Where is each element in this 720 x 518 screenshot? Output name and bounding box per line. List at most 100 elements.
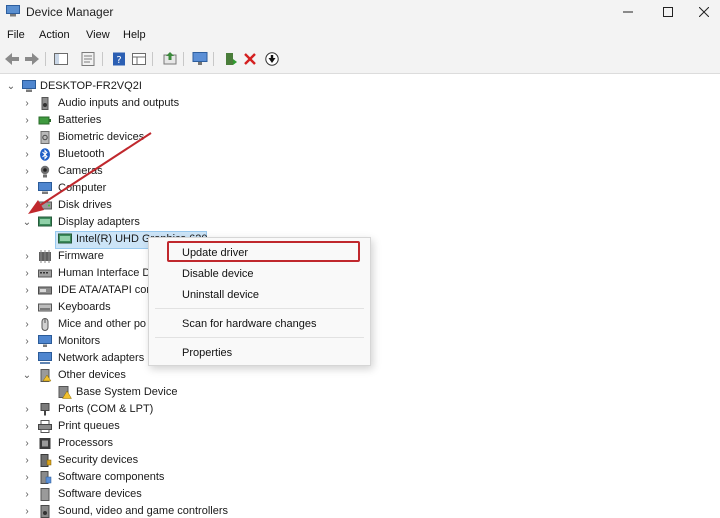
expand-chevron-icon[interactable]: › xyxy=(22,353,32,364)
menu-item-uninstall-device[interactable]: Uninstall device xyxy=(182,289,259,301)
uninstall-icon xyxy=(244,53,256,65)
expand-chevron-icon[interactable]: › xyxy=(22,115,32,126)
scan-hardware-button[interactable] xyxy=(192,51,208,67)
expand-chevron-icon[interactable]: › xyxy=(22,200,32,211)
expand-chevron-icon[interactable]: › xyxy=(22,455,32,466)
menu-item-scan-hardware[interactable]: Scan for hardware changes xyxy=(182,318,317,330)
expand-chevron-icon[interactable]: › xyxy=(22,421,32,432)
software-component-icon xyxy=(40,471,52,484)
tree-item-label[interactable]: Cameras xyxy=(58,165,103,177)
disk-drive-icon xyxy=(38,201,52,210)
forward-button[interactable] xyxy=(24,51,40,67)
minimize-icon xyxy=(623,11,633,13)
tree-root-label[interactable]: DESKTOP-FR2VQ2I xyxy=(40,80,142,92)
expand-chevron-icon[interactable]: › xyxy=(22,149,32,160)
expand-chevron-icon[interactable]: › xyxy=(22,251,32,262)
expand-chevron-icon[interactable]: › xyxy=(22,319,32,330)
collapse-chevron-icon[interactable]: ⌄ xyxy=(6,81,16,92)
device-manager-app-icon xyxy=(6,5,20,17)
computer-icon xyxy=(38,182,52,194)
expand-chevron-icon[interactable]: › xyxy=(22,132,32,143)
network-adapter-icon xyxy=(38,352,52,364)
expand-chevron-icon[interactable]: › xyxy=(22,404,32,415)
title-bar: Device Manager xyxy=(0,0,720,24)
computer-root-icon xyxy=(22,80,36,92)
help-button[interactable]: ? xyxy=(111,51,127,67)
view-resources-icon xyxy=(132,53,146,65)
expand-chevron-icon[interactable]: › xyxy=(22,472,32,483)
expand-chevron-icon[interactable]: › xyxy=(22,302,32,313)
tree-item-label[interactable]: Human Interface D xyxy=(58,267,150,279)
minimize-button[interactable] xyxy=(610,2,646,22)
bluetooth-icon xyxy=(40,148,50,161)
tree-item-label[interactable]: Ports (COM & LPT) xyxy=(58,403,153,415)
uninstall-device-button[interactable] xyxy=(242,51,258,67)
expand-chevron-icon[interactable]: › xyxy=(22,438,32,449)
toolbar: ? xyxy=(0,46,720,74)
tree-item-label[interactable]: Monitors xyxy=(58,335,100,347)
help-icon: ? xyxy=(113,52,125,66)
menu-file[interactable]: File xyxy=(7,29,25,41)
add-legacy-icon xyxy=(226,53,237,65)
add-legacy-hardware-button[interactable] xyxy=(222,51,238,67)
tree-item-label[interactable]: Base System Device xyxy=(76,386,177,398)
svg-text:?: ? xyxy=(116,55,121,66)
expand-chevron-icon[interactable]: › xyxy=(22,489,32,500)
expand-chevron-icon[interactable]: › xyxy=(22,285,32,296)
menu-view[interactable]: View xyxy=(86,29,110,41)
mouse-icon xyxy=(41,318,49,331)
tree-item-label[interactable]: Print queues xyxy=(58,420,120,432)
expand-chevron-icon[interactable]: › xyxy=(22,506,32,517)
tree-item-label[interactable]: Batteries xyxy=(58,114,101,126)
tree-item-label[interactable]: Firmware xyxy=(58,250,104,262)
tree-item-label[interactable]: Disk drives xyxy=(58,199,112,211)
properties-button[interactable] xyxy=(80,51,96,67)
expand-chevron-icon[interactable]: › xyxy=(22,98,32,109)
monitor-icon xyxy=(38,335,52,347)
expand-chevron-icon[interactable]: › xyxy=(22,268,32,279)
show-hide-tree-button[interactable] xyxy=(53,51,69,67)
tree-item-label[interactable]: Sound, video and game controllers xyxy=(58,505,228,517)
tree-item-label[interactable]: Keyboards xyxy=(58,301,111,313)
tree-item-label[interactable]: Processors xyxy=(58,437,113,449)
disable-device-button[interactable] xyxy=(264,51,280,67)
processor-icon xyxy=(39,438,51,449)
view-resources-button[interactable] xyxy=(131,51,147,67)
security-device-icon xyxy=(40,454,52,467)
expand-chevron-icon[interactable]: › xyxy=(22,183,32,194)
unknown-device-warning-icon xyxy=(58,386,72,399)
tree-item-label[interactable]: Software components xyxy=(58,471,164,483)
properties-icon xyxy=(81,52,95,66)
toolbar-separator xyxy=(183,52,184,66)
toolbar-separator xyxy=(152,52,153,66)
menu-item-disable-device[interactable]: Disable device xyxy=(182,268,254,280)
tree-item-label[interactable]: Display adapters xyxy=(58,216,140,228)
maximize-icon xyxy=(663,7,673,17)
close-button[interactable] xyxy=(686,2,720,22)
tree-item-label[interactable]: Mice and other po xyxy=(58,318,146,330)
collapse-chevron-icon[interactable]: ⌄ xyxy=(22,217,32,228)
update-driver-button[interactable] xyxy=(162,51,178,67)
expand-chevron-icon[interactable]: › xyxy=(22,336,32,347)
maximize-button[interactable] xyxy=(650,2,686,22)
tree-item-label[interactable]: Security devices xyxy=(58,454,138,466)
back-button[interactable] xyxy=(4,51,20,67)
tree-item-label[interactable]: Bluetooth xyxy=(58,148,104,160)
close-icon xyxy=(699,7,709,17)
software-device-icon xyxy=(40,488,50,501)
battery-icon xyxy=(38,116,51,125)
tree-item-label[interactable]: Biometric devices xyxy=(58,131,144,143)
disable-icon xyxy=(265,52,279,66)
tree-item-label[interactable]: IDE ATA/ATAPI cont xyxy=(58,284,156,296)
collapse-chevron-icon[interactable]: ⌄ xyxy=(22,370,32,381)
tree-item-label[interactable]: Computer xyxy=(58,182,106,194)
expand-chevron-icon[interactable]: › xyxy=(22,166,32,177)
menu-help[interactable]: Help xyxy=(123,29,146,41)
menu-action[interactable]: Action xyxy=(39,29,70,41)
menu-item-properties[interactable]: Properties xyxy=(182,347,232,359)
tree-item-label[interactable]: Other devices xyxy=(58,369,126,381)
tree-item-label[interactable]: Audio inputs and outputs xyxy=(58,97,179,109)
tree-item-label[interactable]: Software devices xyxy=(58,488,142,500)
tree-item-label[interactable]: Network adapters xyxy=(58,352,144,364)
ide-controller-icon xyxy=(38,286,52,295)
